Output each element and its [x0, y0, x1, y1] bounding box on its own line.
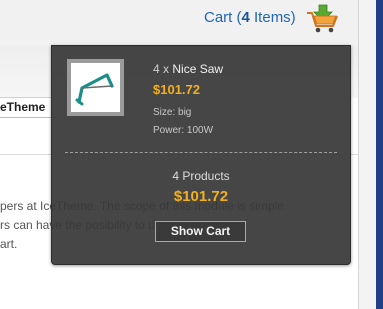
show-cart-button[interactable]: Show Cart: [155, 221, 246, 242]
cart-link-suffix: Items): [249, 9, 296, 26]
cart-item-price: $101.72: [153, 82, 200, 97]
cart-item-power: Power: 100W: [153, 125, 214, 136]
product-thumbnail[interactable]: [67, 59, 124, 116]
cart-product-count: 4 Products: [172, 169, 230, 183]
cart-link-prefix: Cart (: [204, 9, 242, 26]
cart-total: $101.72: [173, 188, 229, 205]
cart-item-qty: 4 x: [153, 62, 170, 76]
right-accent-bar: [376, 0, 383, 309]
cart-item-title[interactable]: 4 x Nice Saw: [153, 62, 223, 76]
cart-item-size: Size: big: [153, 107, 192, 118]
saw-icon: [75, 73, 114, 106]
mini-cart-dropdown: 4 x Nice Saw $101.72 Size: big Power: 10…: [51, 45, 351, 265]
dashed-divider: [65, 152, 337, 153]
shopping-cart-add-icon[interactable]: [305, 4, 341, 34]
cart-item-name: Nice Saw: [172, 62, 224, 76]
article-text-line: art.: [0, 237, 18, 251]
menu-item-icetheme[interactable]: eTheme: [0, 100, 45, 114]
cart-link[interactable]: Cart (4 Items): [204, 10, 296, 26]
cart-item-count: 4: [241, 9, 250, 26]
main-menu: eTheme: [0, 97, 56, 118]
